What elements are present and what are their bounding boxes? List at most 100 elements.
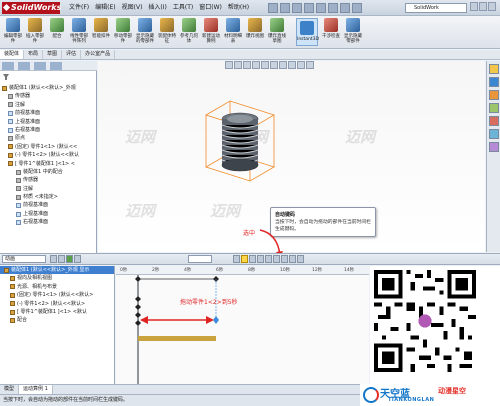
edit-appearance-icon[interactable] — [288, 61, 296, 69]
spring-model[interactable] — [200, 95, 280, 190]
tab-motion-study-1[interactable]: 运动算例 1 — [19, 385, 53, 394]
app-logo[interactable]: SolidWorks — [2, 2, 61, 14]
contact-icon[interactable] — [273, 255, 280, 263]
assembly-features-button[interactable]: 装配体特征 — [156, 18, 178, 44]
tree-item-assembly[interactable]: 装配体1 (默认<<默认>_外观 — [2, 84, 96, 92]
dimxpert-icon[interactable] — [50, 62, 62, 70]
view-orientation-icon[interactable] — [261, 61, 269, 69]
key-point[interactable] — [135, 320, 141, 326]
tab-layout[interactable]: 布局 — [24, 50, 44, 59]
property-manager-icon[interactable] — [18, 62, 30, 70]
tree-item-part1-1[interactable]: (固定) 零件1<1> (默认<< — [2, 143, 96, 151]
display-style-icon[interactable] — [270, 61, 278, 69]
key-point[interactable] — [135, 304, 141, 310]
filter-icon[interactable] — [3, 74, 9, 80]
previous-view-icon[interactable] — [243, 61, 251, 69]
tree-item-front-plane-sub[interactable]: 前视基准面 — [2, 201, 96, 209]
configuration-manager-icon[interactable] — [34, 62, 46, 70]
tree-item-top-plane-sub[interactable]: 上视基准面 — [2, 210, 96, 218]
select-icon[interactable] — [328, 3, 338, 13]
tree-item-right-plane-sub[interactable]: 右视基准面 — [2, 218, 96, 226]
tab-evaluate[interactable]: 评估 — [62, 50, 82, 59]
play-icon[interactable] — [66, 255, 73, 263]
options-icon[interactable] — [352, 3, 362, 13]
study-type-select[interactable]: 动画 — [2, 255, 46, 263]
custom-properties-icon[interactable] — [489, 142, 499, 152]
file-explorer-icon[interactable] — [489, 90, 499, 100]
linear-pattern-button[interactable]: 线性零部件阵列 — [68, 18, 90, 44]
play-from-start-icon[interactable] — [58, 255, 65, 263]
gravity-icon[interactable] — [281, 255, 288, 263]
tab-office-products[interactable]: 办公室产品 — [81, 50, 116, 59]
undo-icon[interactable] — [316, 3, 326, 13]
anim-item-assembly[interactable]: 装配体1 (默认<<默认>_外观 显示 — [0, 266, 114, 275]
tree-item-mates[interactable]: 装配体1 中的配合 — [2, 168, 96, 176]
new-motion-study-button[interactable]: 新建运动算例 — [200, 18, 222, 44]
stop-icon[interactable] — [74, 255, 81, 263]
key-point[interactable] — [135, 312, 141, 318]
edit-component-button[interactable]: 编辑零部件 — [2, 18, 24, 44]
key-point[interactable] — [135, 296, 141, 302]
autokey-icon[interactable] — [241, 255, 248, 263]
results-icon[interactable] — [289, 255, 296, 263]
tree-item-sensors-sub[interactable]: 传感器 — [2, 176, 96, 184]
menu-file[interactable]: 文件(F) — [66, 3, 92, 13]
add-key-icon[interactable] — [249, 255, 256, 263]
feature-manager-icon[interactable] — [2, 62, 14, 70]
tree-item-virtual-part[interactable]: [ 零件1^装配体1 ]<1> < — [2, 160, 96, 168]
mate-time-bar[interactable] — [138, 336, 216, 341]
menu-tools[interactable]: 工具(T) — [170, 3, 196, 13]
mate-button[interactable]: 配合 — [46, 18, 68, 39]
design-library-icon[interactable] — [489, 77, 499, 87]
reference-geometry-button[interactable]: 参考几何体 — [178, 18, 200, 44]
anim-item-part1-1[interactable]: (固定) 零件1<1> (默认<<默认> — [0, 291, 114, 299]
minimize-icon[interactable] — [470, 2, 478, 11]
close-icon[interactable] — [488, 2, 496, 11]
exploded-view-button[interactable]: 爆炸视图 — [244, 18, 266, 39]
menu-edit[interactable]: 编辑(E) — [92, 3, 118, 13]
hide-show-icon[interactable] — [279, 61, 287, 69]
search-input[interactable]: SolidWork — [405, 3, 467, 13]
instant3d-button[interactable]: Instant3D — [296, 18, 319, 46]
open-icon[interactable] — [280, 3, 290, 13]
tree-item-annotations-sub[interactable]: 注解 — [2, 185, 96, 193]
tree-item-sensors[interactable]: 传感器 — [2, 92, 96, 100]
tree-item-part1-2[interactable]: (-) 零件1<2> (默认<<默认 — [2, 151, 96, 159]
rebuild-icon[interactable] — [340, 3, 350, 13]
study-properties-icon[interactable] — [297, 255, 304, 263]
bill-of-materials-button[interactable]: 材料明细表 — [222, 18, 244, 44]
spring-icon[interactable] — [265, 255, 272, 263]
tree-item-material[interactable]: 材质 <未指定> — [2, 193, 96, 201]
key-point[interactable] — [135, 276, 141, 282]
motor-icon[interactable] — [257, 255, 264, 263]
anim-item-part1-2[interactable]: (-) 零件1<2> (默认<<默认> — [0, 300, 114, 308]
menu-insert[interactable]: 插入(I) — [145, 3, 169, 13]
home-icon[interactable] — [489, 64, 499, 74]
section-view-icon[interactable] — [252, 61, 260, 69]
show-hidden-components-button[interactable]: 显示隐藏的零部件 — [134, 18, 156, 44]
smart-fasteners-button[interactable]: 智能扣件 — [90, 18, 112, 39]
move-component-button[interactable]: 移动零部件 — [112, 18, 134, 44]
menu-window[interactable]: 窗口(W) — [196, 3, 225, 13]
search-results-icon[interactable] — [489, 103, 499, 113]
show-hidden-parts-button[interactable]: 显示隐藏零部件 — [342, 18, 364, 44]
scene-icon[interactable] — [297, 61, 305, 69]
tab-model[interactable]: 模型 — [0, 385, 20, 394]
view-settings-icon[interactable] — [306, 61, 314, 69]
calculate-icon[interactable] — [50, 255, 57, 263]
tree-item-front-plane[interactable]: 前视基准面 — [2, 109, 96, 117]
tree-item-top-plane[interactable]: 上视基准面 — [2, 118, 96, 126]
tab-assembly[interactable]: 装配体 — [0, 50, 25, 59]
zoom-fit-icon[interactable] — [225, 61, 233, 69]
anim-item-lights[interactable]: 光源、相机与布景 — [0, 283, 114, 291]
print-icon[interactable] — [304, 3, 314, 13]
menu-view[interactable]: 视图(V) — [119, 3, 146, 13]
explode-line-sketch-button[interactable]: 爆炸直线草图 — [266, 18, 288, 44]
tree-item-right-plane[interactable]: 右视基准面 — [2, 126, 96, 134]
tree-item-annotations[interactable]: 注解 — [2, 101, 96, 109]
save-animation-icon[interactable] — [233, 255, 240, 263]
appearances-icon[interactable] — [489, 129, 499, 139]
anim-item-virtual-part[interactable]: [ 零件1^装配体1 ]<1> <默认 — [0, 308, 114, 316]
insert-component-button[interactable]: 插入零部件 — [24, 18, 46, 44]
tab-sketch[interactable]: 草图 — [43, 50, 63, 59]
